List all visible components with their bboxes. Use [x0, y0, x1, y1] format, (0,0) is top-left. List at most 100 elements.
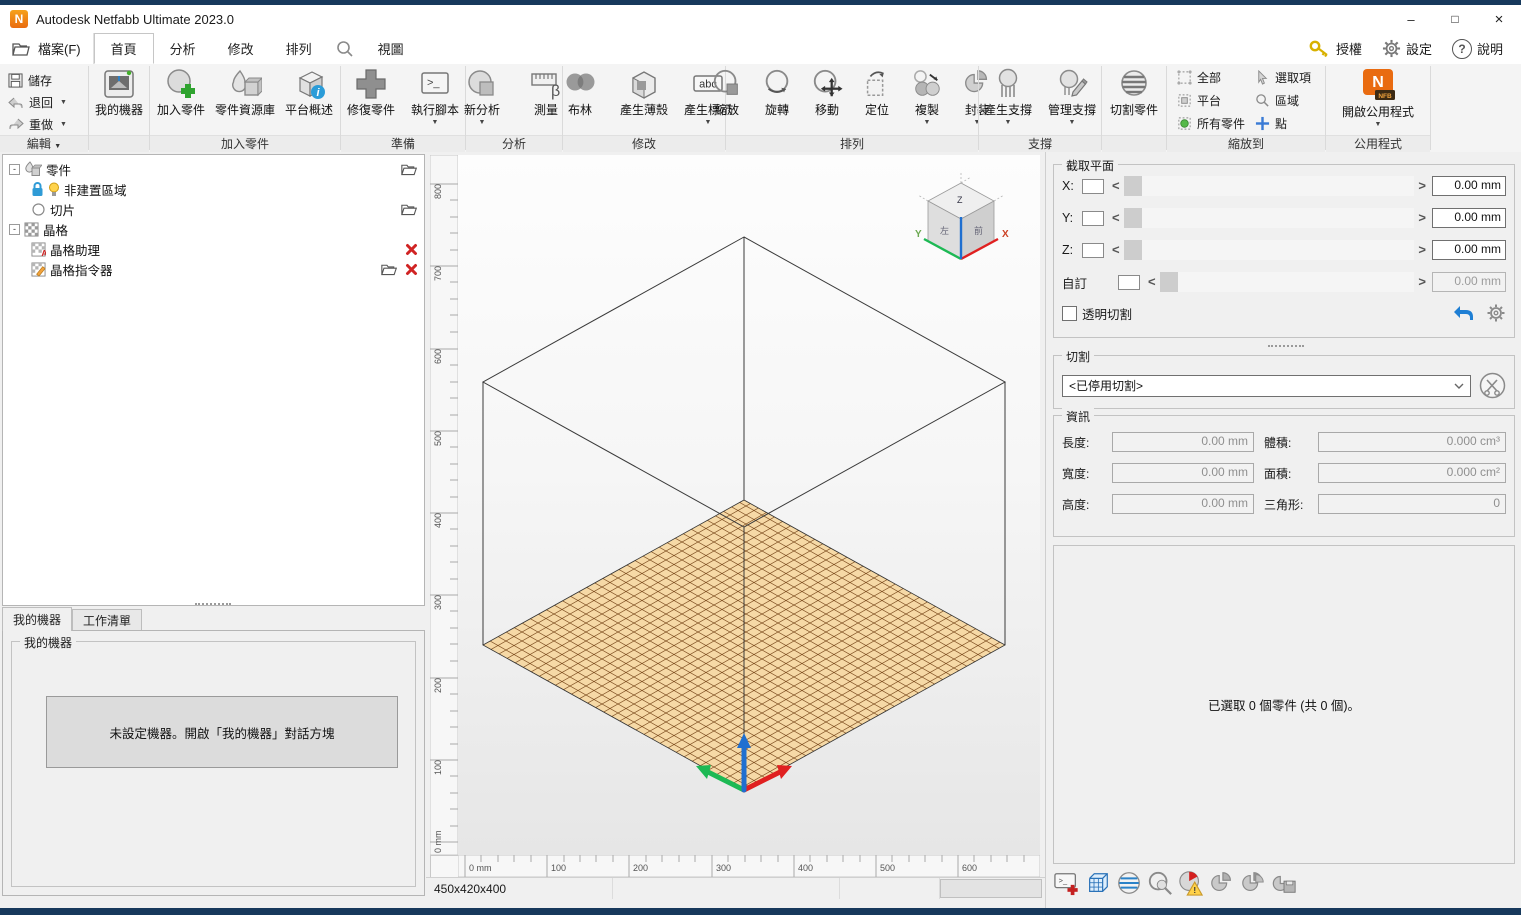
tree-item-no-build-zone[interactable]: 非建置區域 — [3, 179, 424, 199]
orient-button[interactable]: 定位 — [853, 67, 901, 119]
redo-dropdown-icon[interactable]: ▼ — [60, 121, 67, 128]
open-utility-button[interactable]: NNFB 開啟公用程式 ▼ — [1337, 67, 1419, 129]
zoom-platform-button[interactable]: 平台 — [1173, 90, 1225, 111]
ribbon-search-button[interactable] — [328, 33, 362, 64]
zoom-all-parts-button[interactable]: 所有零件 — [1173, 113, 1249, 134]
slice-preview-button[interactable] — [1114, 868, 1143, 898]
tab-my-machine[interactable]: 我的機器 — [2, 607, 72, 631]
file-menu-button[interactable]: 檔案(F) — [0, 33, 94, 64]
generate-shell-button[interactable]: 產生薄殼 — [613, 67, 675, 119]
part-library-button[interactable]: 零件資源庫 — [214, 67, 276, 119]
tab-modify[interactable]: 修改 — [212, 33, 270, 64]
group-edit[interactable]: 編輯 ▼ — [0, 135, 88, 152]
clip-z-right-arrow[interactable]: > — [1418, 244, 1426, 256]
open-folder-icon[interactable] — [381, 263, 398, 276]
open-folder-icon[interactable] — [401, 163, 418, 176]
zoom-all-button[interactable]: 全部 — [1173, 67, 1225, 88]
bulb-icon[interactable] — [48, 182, 60, 197]
license-button[interactable]: 授權 — [1299, 33, 1372, 64]
clip-x-checkbox[interactable] — [1082, 179, 1104, 194]
execute-cut-button[interactable] — [1479, 372, 1506, 399]
open-my-machine-button[interactable]: 未設定機器。開啟「我的機器」對話方塊 — [46, 696, 398, 768]
my-machine-button[interactable]: 我的機器 — [88, 67, 150, 119]
clip-custom-right-arrow[interactable]: > — [1418, 276, 1426, 288]
clip-x-slider[interactable] — [1124, 176, 1415, 196]
move-button[interactable]: 移動 — [803, 67, 851, 119]
repair-part-button[interactable]: 修復零件 — [340, 67, 402, 119]
clip-y-value[interactable]: 0.00 mm — [1432, 208, 1506, 228]
tree-item-lattice[interactable]: - 晶格 — [3, 219, 424, 239]
scale-button[interactable]: 縮放 — [703, 67, 751, 119]
tab-home[interactable]: 首頁 — [94, 33, 154, 64]
cut-mode-select[interactable]: <已停用切割> — [1062, 375, 1471, 397]
clip-z-value[interactable]: 0.00 mm — [1432, 240, 1506, 260]
clip-z-left-arrow[interactable]: < — [1112, 244, 1120, 256]
clip-x-value[interactable]: 0.00 mm — [1432, 176, 1506, 196]
duplicate-button[interactable]: 複製 ▼ — [903, 67, 951, 127]
redo-button[interactable]: 重做▼ — [0, 113, 88, 135]
platform-overview-button[interactable]: i 平台概述 — [278, 67, 340, 119]
generate-label-dropdown-icon[interactable]: ▼ — [705, 119, 712, 126]
save-platform-state-button[interactable] — [1269, 868, 1298, 898]
zoom-point-button[interactable]: 點 — [1251, 113, 1291, 134]
clipping-settings-gear-icon[interactable] — [1486, 303, 1506, 323]
tree-item-lattice-assistant[interactable]: A 晶格助理 — [3, 239, 424, 259]
generate-support-button[interactable]: 產生支撐 ▼ — [977, 67, 1039, 127]
pack-state-2-button[interactable] — [1238, 868, 1267, 898]
horizontal-splitter[interactable] — [195, 603, 231, 605]
clip-x-right-arrow[interactable]: > — [1418, 180, 1426, 192]
save-button[interactable]: 儲存 — [0, 70, 88, 92]
collapse-icon[interactable]: - — [9, 224, 20, 235]
clip-custom-left-arrow[interactable]: < — [1148, 276, 1156, 288]
open-utility-dropdown-icon[interactable]: ▼ — [1375, 121, 1382, 128]
settings-button[interactable]: 設定 — [1372, 33, 1442, 64]
boolean-button[interactable]: 布林 — [549, 67, 611, 119]
delete-icon[interactable] — [405, 243, 418, 256]
clip-y-checkbox[interactable] — [1082, 211, 1104, 226]
help-button[interactable]: ? 說明 — [1442, 33, 1513, 64]
collapse-icon[interactable]: - — [9, 164, 20, 175]
clip-y-left-arrow[interactable]: < — [1112, 212, 1120, 224]
tree-item-parts[interactable]: - 零件 — [3, 159, 424, 179]
clip-y-slider[interactable] — [1124, 208, 1415, 228]
clip-y-right-arrow[interactable]: > — [1418, 212, 1426, 224]
clip-x-left-arrow[interactable]: < — [1112, 180, 1120, 192]
undo-dropdown-icon[interactable]: ▼ — [60, 99, 67, 106]
clip-custom-checkbox[interactable] — [1118, 275, 1140, 290]
new-analysis-dropdown-icon[interactable]: ▼ — [479, 119, 486, 126]
manage-support-button[interactable]: 管理支撐 ▼ — [1041, 67, 1103, 127]
tab-view[interactable]: 視圖 — [362, 33, 420, 64]
duplicate-dropdown-icon[interactable]: ▼ — [924, 119, 931, 126]
clip-z-slider[interactable] — [1124, 240, 1415, 260]
tab-analysis[interactable]: 分析 — [154, 33, 212, 64]
clip-custom-slider[interactable] — [1160, 272, 1415, 292]
run-script-dropdown-icon[interactable]: ▼ — [432, 119, 439, 126]
cut-part-button[interactable]: 切割零件 — [1103, 67, 1165, 119]
delete-icon[interactable] — [405, 263, 418, 276]
new-analysis-button[interactable]: 新分析 ▼ — [451, 67, 513, 127]
rotate-button[interactable]: 旋轉 — [753, 67, 801, 119]
run-script-console-button[interactable]: >_ — [1052, 868, 1081, 898]
close-button[interactable]: × — [1477, 5, 1521, 33]
generate-support-dropdown-icon[interactable]: ▼ — [1005, 119, 1012, 126]
add-part-button[interactable]: 加入零件 — [150, 67, 212, 119]
clip-z-checkbox[interactable] — [1082, 243, 1104, 258]
viewport-canvas[interactable]: Y X Z 左 前 — [458, 155, 1040, 855]
open-folder-icon[interactable] — [401, 203, 418, 216]
undo-button[interactable]: 退回▼ — [0, 92, 88, 114]
tree-item-slices[interactable]: 切片 — [3, 199, 424, 219]
zoom-region-button[interactable]: 區域 — [1251, 90, 1303, 111]
manage-support-dropdown-icon[interactable]: ▼ — [1069, 119, 1076, 126]
tab-arrange[interactable]: 排列 — [270, 33, 328, 64]
lattice-view-button[interactable] — [1083, 868, 1112, 898]
zoom-selection-button[interactable]: 選取項 — [1251, 67, 1315, 88]
repair-warning-button[interactable]: ! — [1176, 868, 1205, 898]
inspect-parts-button[interactable] — [1145, 868, 1174, 898]
minimize-button[interactable]: – — [1389, 5, 1433, 33]
reset-clipping-button[interactable] — [1452, 304, 1474, 322]
tree-item-lattice-commander[interactable]: 晶格指令器 — [3, 259, 424, 279]
maximize-button[interactable]: □ — [1433, 5, 1477, 33]
transparent-cut-checkbox[interactable] — [1062, 306, 1077, 321]
pack-state-1-button[interactable] — [1207, 868, 1236, 898]
tab-work-list[interactable]: 工作清單 — [72, 609, 142, 631]
